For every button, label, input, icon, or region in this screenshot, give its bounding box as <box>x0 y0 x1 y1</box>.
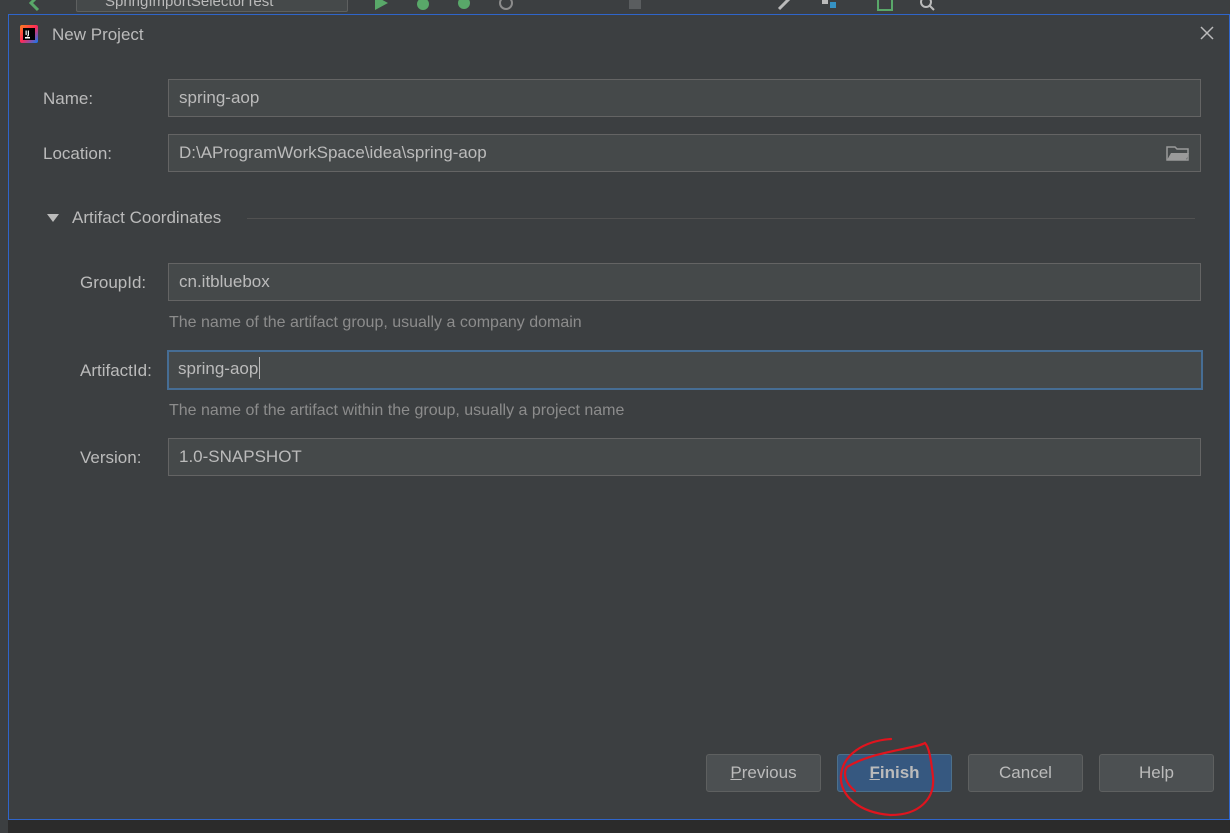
dialog-titlebar: IJ New Project <box>9 15 1229 55</box>
artifactid-input[interactable]: spring-aop <box>167 350 1203 390</box>
search-icon[interactable] <box>918 0 936 12</box>
groupid-hint: The name of the artifact group, usually … <box>169 314 582 331</box>
groupid-value: cn.itbluebox <box>179 272 270 291</box>
previous-mnemonic: P <box>730 763 742 782</box>
groupid-input[interactable]: cn.itbluebox <box>168 263 1201 301</box>
artifactid-label: ArtifactId: <box>80 361 152 380</box>
name-value: spring-aop <box>179 88 260 107</box>
structure-icon[interactable] <box>820 0 838 12</box>
previous-button[interactable]: Previous <box>706 754 821 792</box>
stop-icon[interactable] <box>626 0 644 12</box>
run-icon[interactable] <box>372 0 390 12</box>
new-project-dialog: IJ New Project Name: spring-aop Location… <box>8 14 1230 820</box>
artifactid-hint: The name of the artifact within the grou… <box>169 402 625 419</box>
cancel-button[interactable]: Cancel <box>968 754 1083 792</box>
collapse-triangle-icon <box>47 214 59 222</box>
profile-icon[interactable] <box>498 0 516 12</box>
version-label: Version: <box>80 448 142 467</box>
artifactid-value: spring-aop <box>178 359 259 378</box>
name-input[interactable]: spring-aop <box>168 79 1201 117</box>
section-divider <box>247 218 1195 219</box>
text-caret <box>259 357 261 380</box>
coverage-icon[interactable] <box>456 0 474 12</box>
location-label: Location: <box>43 144 112 163</box>
version-value: 1.0-SNAPSHOT <box>179 447 302 466</box>
section-title: Artifact Coordinates <box>72 208 222 227</box>
svg-text:IJ: IJ <box>25 30 29 37</box>
location-input[interactable]: D:\AProgramWorkSpace\idea\spring-aop <box>168 134 1201 172</box>
ide-left-panel <box>0 14 8 833</box>
run-config-label: SpringImportSelectorTest <box>105 0 274 10</box>
terminal-icon[interactable] <box>876 0 894 12</box>
folder-icon[interactable] <box>1166 144 1190 162</box>
close-icon[interactable] <box>1197 23 1217 43</box>
location-value: D:\AProgramWorkSpace\idea\spring-aop <box>179 143 487 162</box>
ide-toolbar: SpringImportSelectorTest <box>0 0 1230 14</box>
intellij-app-icon: IJ <box>20 25 38 43</box>
dialog-title: New Project <box>52 25 144 44</box>
help-button[interactable]: Help <box>1099 754 1214 792</box>
name-label: Name: <box>43 89 94 108</box>
artifact-coordinates-toggle[interactable]: Artifact Coordinates <box>47 208 221 228</box>
debug-icon[interactable] <box>414 0 432 12</box>
groupid-label: GroupId: <box>80 273 147 292</box>
previous-label: revious <box>741 763 797 782</box>
red-annotation-circle <box>839 737 935 817</box>
back-arrow-icon[interactable] <box>26 0 44 12</box>
version-input[interactable]: 1.0-SNAPSHOT <box>168 438 1201 476</box>
run-config-select[interactable]: SpringImportSelectorTest <box>76 0 348 12</box>
build-icon[interactable] <box>776 0 794 12</box>
